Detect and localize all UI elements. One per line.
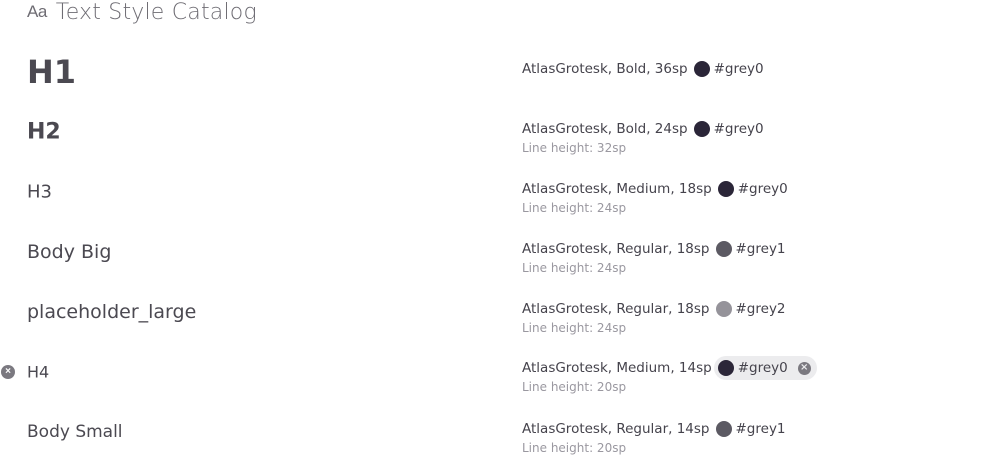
line-height-label: Line height: 32sp (522, 141, 627, 155)
color-name: #grey0 (713, 61, 764, 77)
color-name: #grey1 (735, 421, 786, 437)
style-sample-body-small: Body Small (27, 422, 123, 442)
style-sample-h4: H4 (27, 362, 50, 382)
spec-font: AtlasGrotesk, Regular, 18sp (522, 241, 710, 257)
color-swatch-grey0 (693, 61, 710, 77)
line-height-label: Line height: 24sp (522, 261, 627, 275)
style-row-h2[interactable]: H2 AtlasGrotesk, Bold, 24sp #grey0 Line … (0, 102, 1000, 162)
style-row-body-small[interactable]: Body Small AtlasGrotesk, Regular, 14sp #… (0, 402, 1000, 462)
color-name: #grey1 (735, 241, 786, 257)
line-height-label: Line height: 24sp (522, 201, 627, 215)
color-swatch-grey0 (693, 121, 710, 137)
style-sample-body-big: Body Big (27, 241, 112, 263)
style-spec-h1: AtlasGrotesk, Bold, 36sp #grey0 (522, 58, 764, 80)
color-name: #grey0 (737, 181, 788, 197)
style-row-h4[interactable]: × H4 AtlasGrotesk, Medium, 14sp #grey0 ×… (0, 342, 1000, 402)
catalog-header: Aa Text Style Catalog (27, 0, 257, 26)
spec-font: AtlasGrotesk, Bold, 24sp (522, 121, 688, 137)
style-spec-body-small: AtlasGrotesk, Regular, 14sp #grey1 Line … (522, 418, 786, 456)
color-chip-grey0[interactable]: #grey0 × (713, 356, 817, 380)
style-row-placeholder-large[interactable]: placeholder_large AtlasGrotesk, Regular,… (0, 282, 1000, 342)
color-swatch-grey2 (715, 301, 732, 317)
style-spec-h2: AtlasGrotesk, Bold, 24sp #grey0 Line hei… (522, 118, 764, 156)
spec-font: AtlasGrotesk, Bold, 36sp (522, 61, 688, 77)
color-name: #grey0 (713, 121, 764, 137)
style-spec-h3: AtlasGrotesk, Medium, 18sp #grey0 Line h… (522, 178, 788, 216)
style-sample-h3: H3 (27, 181, 52, 203)
style-row-body-big[interactable]: Body Big AtlasGrotesk, Regular, 18sp #gr… (0, 222, 1000, 282)
style-row-h3[interactable]: H3 AtlasGrotesk, Medium, 18sp #grey0 Lin… (0, 162, 1000, 222)
spec-font: AtlasGrotesk, Medium, 18sp (522, 181, 712, 197)
remove-color-icon[interactable]: × (797, 361, 811, 375)
color-swatch-grey1 (715, 421, 732, 437)
spec-font: AtlasGrotesk, Medium, 14sp (522, 360, 712, 376)
color-swatch-grey1 (715, 241, 732, 257)
line-height-label: Line height: 24sp (522, 321, 627, 335)
page-title: Text Style Catalog (55, 0, 257, 25)
style-spec-h4: AtlasGrotesk, Medium, 14sp #grey0 × Line… (522, 356, 817, 395)
style-sample-h1: H1 (27, 53, 77, 91)
text-style-icon: Aa (27, 2, 47, 21)
line-height-label: Line height: 20sp (522, 441, 627, 455)
color-name: #grey2 (735, 301, 786, 317)
style-sample-placeholder-large: placeholder_large (27, 301, 197, 323)
spec-font: AtlasGrotesk, Regular, 14sp (522, 421, 710, 437)
line-height-label: Line height: 20sp (522, 380, 627, 394)
spec-font: AtlasGrotesk, Regular, 18sp (522, 301, 710, 317)
style-spec-placeholder-large: AtlasGrotesk, Regular, 18sp #grey2 Line … (522, 298, 786, 336)
remove-style-icon[interactable]: × (1, 365, 15, 379)
style-row-h1[interactable]: H1 AtlasGrotesk, Bold, 36sp #grey0 (0, 42, 1000, 102)
color-swatch-grey0 (717, 181, 734, 197)
color-swatch-grey0 (717, 360, 734, 376)
color-name: #grey0 (737, 360, 788, 376)
style-spec-body-big: AtlasGrotesk, Regular, 18sp #grey1 Line … (522, 238, 786, 276)
style-sample-h2: H2 (27, 119, 61, 145)
